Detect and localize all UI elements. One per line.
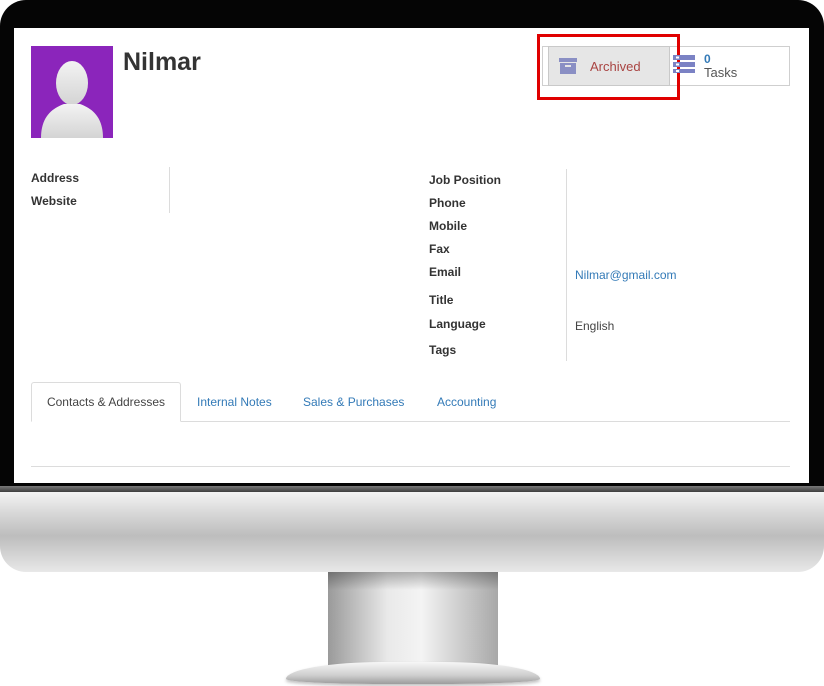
avatar[interactable]	[31, 46, 113, 138]
email-label: Email	[429, 265, 462, 279]
archive-toggle-button[interactable]: Archived	[548, 46, 670, 86]
monitor-stand-shadow	[328, 572, 498, 590]
email-value-link[interactable]: Nilmar@gmail.com	[575, 268, 677, 282]
archive-box-icon	[558, 56, 578, 76]
phone-label: Phone	[429, 196, 466, 210]
contact-name: Nilmar	[123, 48, 201, 76]
website-label: Website	[31, 194, 77, 208]
tab-internal-notes[interactable]: Internal Notes	[182, 382, 287, 422]
left-field-divider	[169, 167, 170, 213]
address-label: Address	[31, 171, 80, 185]
tab-contacts-addresses[interactable]: Contacts & Addresses	[31, 382, 181, 422]
tags-label: Tags	[429, 343, 457, 357]
tasks-count: 0	[704, 52, 711, 66]
tasks-list-icon	[672, 54, 696, 79]
title-label: Title	[429, 293, 454, 307]
fax-label: Fax	[429, 242, 450, 256]
tab-sales-purchases[interactable]: Sales & Purchases	[288, 382, 419, 422]
right-field-divider	[566, 169, 567, 361]
tasks-stat-button[interactable]: 0 Tasks	[672, 48, 788, 84]
mobile-label: Mobile	[429, 219, 467, 233]
monitor-stand-base	[286, 662, 540, 684]
language-label: Language	[429, 317, 486, 331]
tab-accounting[interactable]: Accounting	[422, 382, 511, 422]
tab-content-divider	[31, 466, 790, 467]
language-value: English	[575, 319, 615, 333]
user-silhouette-icon	[41, 61, 103, 138]
screen: Nilmar Archived 0 Tasks Address Website …	[14, 28, 809, 483]
archive-button-label: Archived	[590, 58, 641, 74]
job-position-label: Job Position	[429, 173, 501, 187]
monitor-chin	[0, 492, 824, 572]
tasks-label: Tasks	[704, 65, 738, 80]
